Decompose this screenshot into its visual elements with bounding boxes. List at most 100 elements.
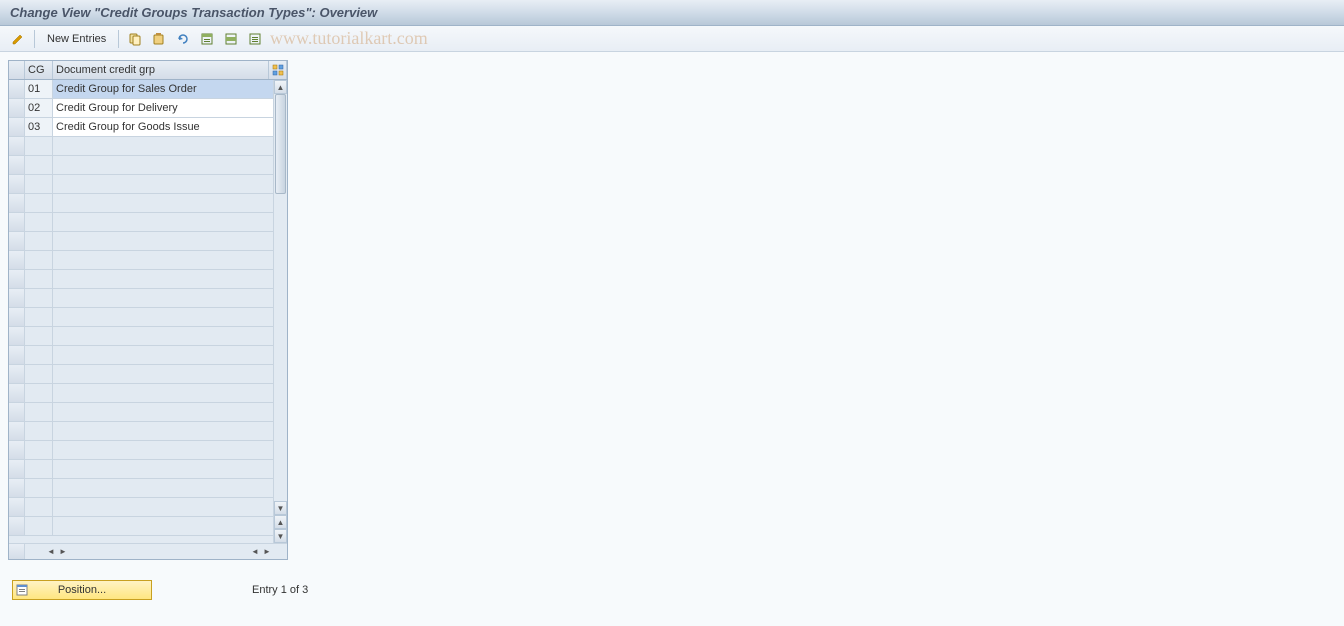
scroll-up2-icon[interactable]: ▲ [274,515,287,529]
row-selector[interactable] [9,460,25,478]
cell-desc[interactable] [53,365,287,383]
cell-cg[interactable] [25,517,53,535]
row-selector[interactable] [9,384,25,402]
deselect-all-icon[interactable] [245,29,265,49]
cell-cg[interactable] [25,441,53,459]
cell-desc[interactable] [53,384,287,402]
row-selector[interactable] [9,327,25,345]
cell-cg[interactable] [25,156,53,174]
cell-cg[interactable] [25,460,53,478]
cell-desc[interactable] [53,460,287,478]
row-selector[interactable] [9,118,25,136]
cell-desc[interactable] [53,137,287,155]
delete-icon[interactable] [149,29,169,49]
row-selector[interactable] [9,346,25,364]
row-selector[interactable] [9,194,25,212]
cell-cg[interactable] [25,270,53,288]
cell-desc[interactable] [53,156,287,174]
row-selector[interactable] [9,251,25,269]
scroll-up-icon[interactable]: ▲ [274,80,287,94]
cell-desc[interactable] [53,479,287,497]
scroll-left-icon[interactable]: ◄ [45,546,57,558]
header-column-cg[interactable]: CG [25,61,53,79]
cell-cg[interactable] [25,194,53,212]
cell-cg[interactable] [25,422,53,440]
cell-desc[interactable] [53,308,287,326]
cell-desc[interactable] [53,517,287,535]
cell-cg[interactable]: 03 [25,118,53,136]
cell-cg[interactable] [25,365,53,383]
row-selector[interactable] [9,479,25,497]
table-row [9,213,287,232]
row-selector[interactable] [9,80,25,98]
copy-as-icon[interactable] [125,29,145,49]
row-selector[interactable] [9,213,25,231]
horizontal-scrollbar[interactable]: ◄ ► ◄ ► [9,543,287,559]
cell-cg[interactable] [25,479,53,497]
row-selector[interactable] [9,99,25,117]
cell-cg[interactable] [25,232,53,250]
row-selector[interactable] [9,517,25,535]
cell-desc[interactable] [53,194,287,212]
row-selector[interactable] [9,232,25,250]
cell-desc[interactable] [53,232,287,250]
cell-desc[interactable] [53,213,287,231]
scroll-track[interactable] [274,94,287,501]
row-selector[interactable] [9,137,25,155]
cell-desc[interactable] [53,289,287,307]
cell-cg[interactable]: 02 [25,99,53,117]
row-selector[interactable] [9,365,25,383]
cell-desc[interactable]: Credit Group for Sales Order [53,80,287,98]
table-row [9,422,287,441]
row-selector[interactable] [9,422,25,440]
cell-desc[interactable] [53,175,287,193]
header-select-all[interactable] [9,61,25,79]
cell-cg[interactable] [25,251,53,269]
undo-change-icon[interactable] [173,29,193,49]
cell-cg[interactable] [25,137,53,155]
row-selector[interactable] [9,156,25,174]
scroll-thumb[interactable] [275,94,286,194]
cell-desc[interactable] [53,403,287,421]
cell-desc[interactable] [53,327,287,345]
cell-desc[interactable] [53,270,287,288]
header-column-desc[interactable]: Document credit grp [53,61,269,79]
cell-cg[interactable] [25,384,53,402]
cell-desc[interactable] [53,441,287,459]
cell-cg[interactable] [25,308,53,326]
scroll-right-icon[interactable]: ► [57,546,69,558]
cell-desc[interactable] [53,346,287,364]
row-selector[interactable] [9,308,25,326]
cell-cg[interactable] [25,175,53,193]
cell-cg[interactable] [25,498,53,516]
row-selector[interactable] [9,403,25,421]
row-selector[interactable] [9,441,25,459]
cell-desc[interactable] [53,422,287,440]
row-selector[interactable] [9,289,25,307]
header-configure-icon[interactable] [269,61,287,79]
display-change-toggle-icon[interactable] [8,29,28,49]
select-block-icon[interactable] [221,29,241,49]
cell-cg[interactable] [25,327,53,345]
new-entries-button[interactable]: New Entries [41,31,112,47]
select-all-icon[interactable] [197,29,217,49]
cell-cg[interactable] [25,403,53,421]
cell-cg[interactable] [25,289,53,307]
scroll-right2-icon[interactable]: ► [261,546,273,558]
vertical-scrollbar[interactable]: ▲ ▼ ▲ ▼ [273,80,287,543]
row-selector[interactable] [9,175,25,193]
scroll-down2-icon[interactable]: ▼ [274,529,287,543]
cell-desc[interactable] [53,251,287,269]
cell-cg[interactable] [25,346,53,364]
cell-cg[interactable] [25,213,53,231]
scroll-down-icon[interactable]: ▼ [274,501,287,515]
row-selector[interactable] [9,270,25,288]
cell-cg[interactable]: 01 [25,80,53,98]
cell-desc[interactable] [53,498,287,516]
cell-desc[interactable]: Credit Group for Delivery [53,99,287,117]
position-button[interactable]: Position... [12,580,152,600]
row-selector[interactable] [9,498,25,516]
table-row: 01Credit Group for Sales Order [9,80,287,99]
scroll-left2-icon[interactable]: ◄ [249,546,261,558]
cell-desc[interactable]: Credit Group for Goods Issue [53,118,287,136]
